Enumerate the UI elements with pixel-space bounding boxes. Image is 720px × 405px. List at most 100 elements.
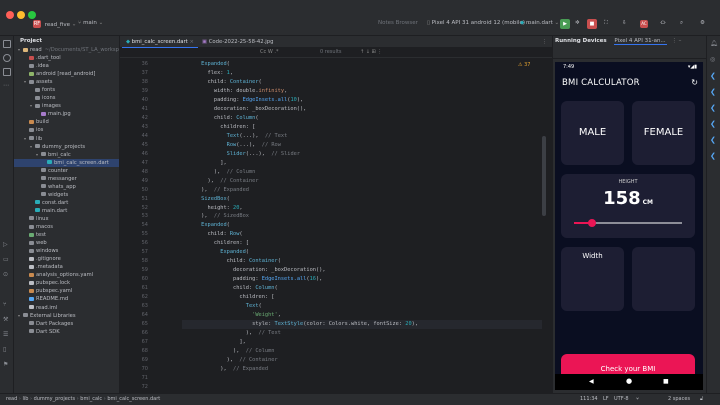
- code-line[interactable]: ), // Expanded: [182, 365, 542, 374]
- device-explorer-icon[interactable]: ❮: [710, 136, 718, 144]
- git-icon[interactable]: ⑂: [636, 394, 639, 405]
- run-tool-icon[interactable]: ▷: [3, 241, 11, 249]
- line-number[interactable]: 64: [120, 311, 150, 320]
- line-number[interactable]: 47: [120, 159, 150, 168]
- code-line[interactable]: padding: EdgeInsets.all(10),: [182, 96, 542, 105]
- code-line[interactable]: child: Container(: [182, 78, 542, 87]
- regex-icon[interactable]: Cc W .*: [260, 49, 278, 55]
- line-number[interactable]: 41: [120, 105, 150, 114]
- code-line[interactable]: child: Container(: [182, 257, 542, 266]
- project-tree-item[interactable]: test: [14, 231, 119, 239]
- code-line[interactable]: Text(...), // Text: [182, 132, 542, 141]
- male-card[interactable]: MALE: [561, 101, 624, 165]
- code-line[interactable]: ],: [182, 338, 542, 347]
- folder-icon[interactable]: [3, 40, 11, 48]
- navigation-arrows-icon[interactable]: ↑ ↓ ⊞ ⋮: [360, 49, 382, 55]
- ai-assistant-badge[interactable]: AC: [640, 20, 648, 28]
- code-line[interactable]: SizedBox(: [182, 195, 542, 204]
- code-line[interactable]: Expanded(: [182, 60, 542, 69]
- female-card[interactable]: FEMALE: [632, 101, 695, 165]
- line-number[interactable]: 62: [120, 293, 150, 302]
- line-number[interactable]: 48: [120, 168, 150, 177]
- project-tree-item[interactable]: fonts: [14, 86, 119, 94]
- code-line[interactable]: padding: EdgeInsets.all(16),: [182, 275, 542, 284]
- line-number[interactable]: 43: [120, 123, 150, 132]
- close-window-button[interactable]: [6, 11, 14, 19]
- project-tree-item[interactable]: const.dart: [14, 199, 119, 207]
- minimize-window-button[interactable]: [17, 11, 25, 19]
- code-line[interactable]: Slider(...), // Slider: [182, 150, 542, 159]
- project-selector[interactable]: RF read_five ⌄: [33, 20, 76, 28]
- project-tree-item[interactable]: pubspec.yaml: [14, 287, 119, 295]
- project-tree-item[interactable]: pubspec.lock: [14, 279, 119, 287]
- slider-thumb[interactable]: [588, 219, 597, 227]
- project-tree-item[interactable]: .gitignore: [14, 255, 119, 263]
- line-number[interactable]: 44: [120, 132, 150, 141]
- code-line[interactable]: [182, 383, 542, 392]
- code-line[interactable]: width: double.infinity,: [182, 87, 542, 96]
- indent-setting[interactable]: 2 spaces: [668, 394, 690, 405]
- back-icon[interactable]: ◀: [589, 378, 594, 385]
- tab-bmi-calc-screen[interactable]: ◆ bmi_calc_screen.dart ×: [122, 36, 198, 48]
- more-icon[interactable]: ⋮ –: [671, 38, 681, 44]
- project-tree-item[interactable]: linux: [14, 215, 119, 223]
- debug-icon[interactable]: ✲: [575, 20, 580, 26]
- breadcrumb-item[interactable]: dummy_projects: [34, 396, 76, 402]
- line-number[interactable]: 54: [120, 221, 150, 230]
- code-line[interactable]: ), // Text: [182, 329, 542, 338]
- line-number[interactable]: 57: [120, 248, 150, 257]
- breadcrumb-item[interactable]: read: [6, 396, 17, 402]
- code-line[interactable]: ), // Column: [182, 347, 542, 356]
- code-line[interactable]: ), // Container: [182, 177, 542, 186]
- code-line[interactable]: flex: 1,: [182, 69, 542, 78]
- height-slider[interactable]: [574, 219, 682, 227]
- device-tab[interactable]: Pixel 4 API 31-an...: [614, 38, 668, 45]
- run-button[interactable]: ▶: [560, 19, 570, 29]
- emulator-icon[interactable]: ❮: [710, 152, 718, 160]
- caret-position[interactable]: 111:34: [580, 394, 598, 405]
- recents-icon[interactable]: ■: [663, 378, 669, 385]
- line-number[interactable]: 52: [120, 204, 150, 213]
- line-number[interactable]: 49: [120, 177, 150, 186]
- run-config-selector[interactable]: ◆ main.dart ⌄: [520, 20, 559, 26]
- bookmark-icon[interactable]: ⚑: [3, 361, 11, 369]
- code-line[interactable]: decoration: _boxDecoration(),: [182, 266, 542, 275]
- code-line[interactable]: Expanded(: [182, 248, 542, 257]
- tab-code-image[interactable]: ▣ Code-2022-25-58-42.jpg: [198, 36, 278, 48]
- git-icon[interactable]: ⑂: [3, 301, 11, 309]
- project-tree-item[interactable]: macos: [14, 223, 119, 231]
- logcat-icon[interactable]: ☰: [3, 331, 11, 339]
- code-line[interactable]: children: [: [182, 293, 542, 302]
- line-number[interactable]: 51: [120, 195, 150, 204]
- problems-icon[interactable]: ⊙: [3, 271, 11, 279]
- project-tree-item[interactable]: windows: [14, 247, 119, 255]
- device-selector[interactable]: ▯ Pixel 4 API 31 android 12 (mobile) ⌄: [427, 20, 531, 26]
- code-line[interactable]: 'Weight',: [182, 311, 542, 320]
- line-number[interactable]: 69: [120, 356, 150, 365]
- project-tree-item[interactable]: web: [14, 239, 119, 247]
- project-tree-item[interactable]: ios: [14, 126, 119, 134]
- project-tree-item[interactable]: Dart SDK: [14, 328, 119, 336]
- project-tree-item[interactable]: messanger: [14, 175, 119, 183]
- code-line[interactable]: child: Column(: [182, 114, 542, 123]
- project-tree-item[interactable]: Dart Packages: [14, 320, 119, 328]
- project-tree-item[interactable]: ▾ read ~/Documents/ST_LA_workspace: [14, 46, 119, 54]
- terminal-icon[interactable]: ▭: [3, 256, 11, 264]
- code-line[interactable]: height: 20,: [182, 204, 542, 213]
- project-tree-item[interactable]: bmi_calc_screen.dart: [14, 158, 119, 167]
- line-number[interactable]: 39: [120, 87, 150, 96]
- line-number[interactable]: 60: [120, 275, 150, 284]
- project-tree-item[interactable]: ▾ images: [14, 102, 119, 110]
- line-number[interactable]: 65: [120, 320, 150, 329]
- line-number[interactable]: 46: [120, 150, 150, 159]
- device-manager-icon[interactable]: ▯: [3, 346, 11, 354]
- line-number[interactable]: 37: [120, 69, 150, 78]
- code-line[interactable]: Expanded(: [182, 221, 542, 230]
- build-icon[interactable]: ⚒: [3, 316, 11, 324]
- project-tree-item[interactable]: build: [14, 118, 119, 126]
- project-tree-item[interactable]: .metadata: [14, 263, 119, 271]
- line-number[interactable]: 36: [120, 60, 150, 69]
- line-number[interactable]: 38: [120, 78, 150, 87]
- line-number[interactable]: 70: [120, 365, 150, 374]
- line-number[interactable]: 61: [120, 284, 150, 293]
